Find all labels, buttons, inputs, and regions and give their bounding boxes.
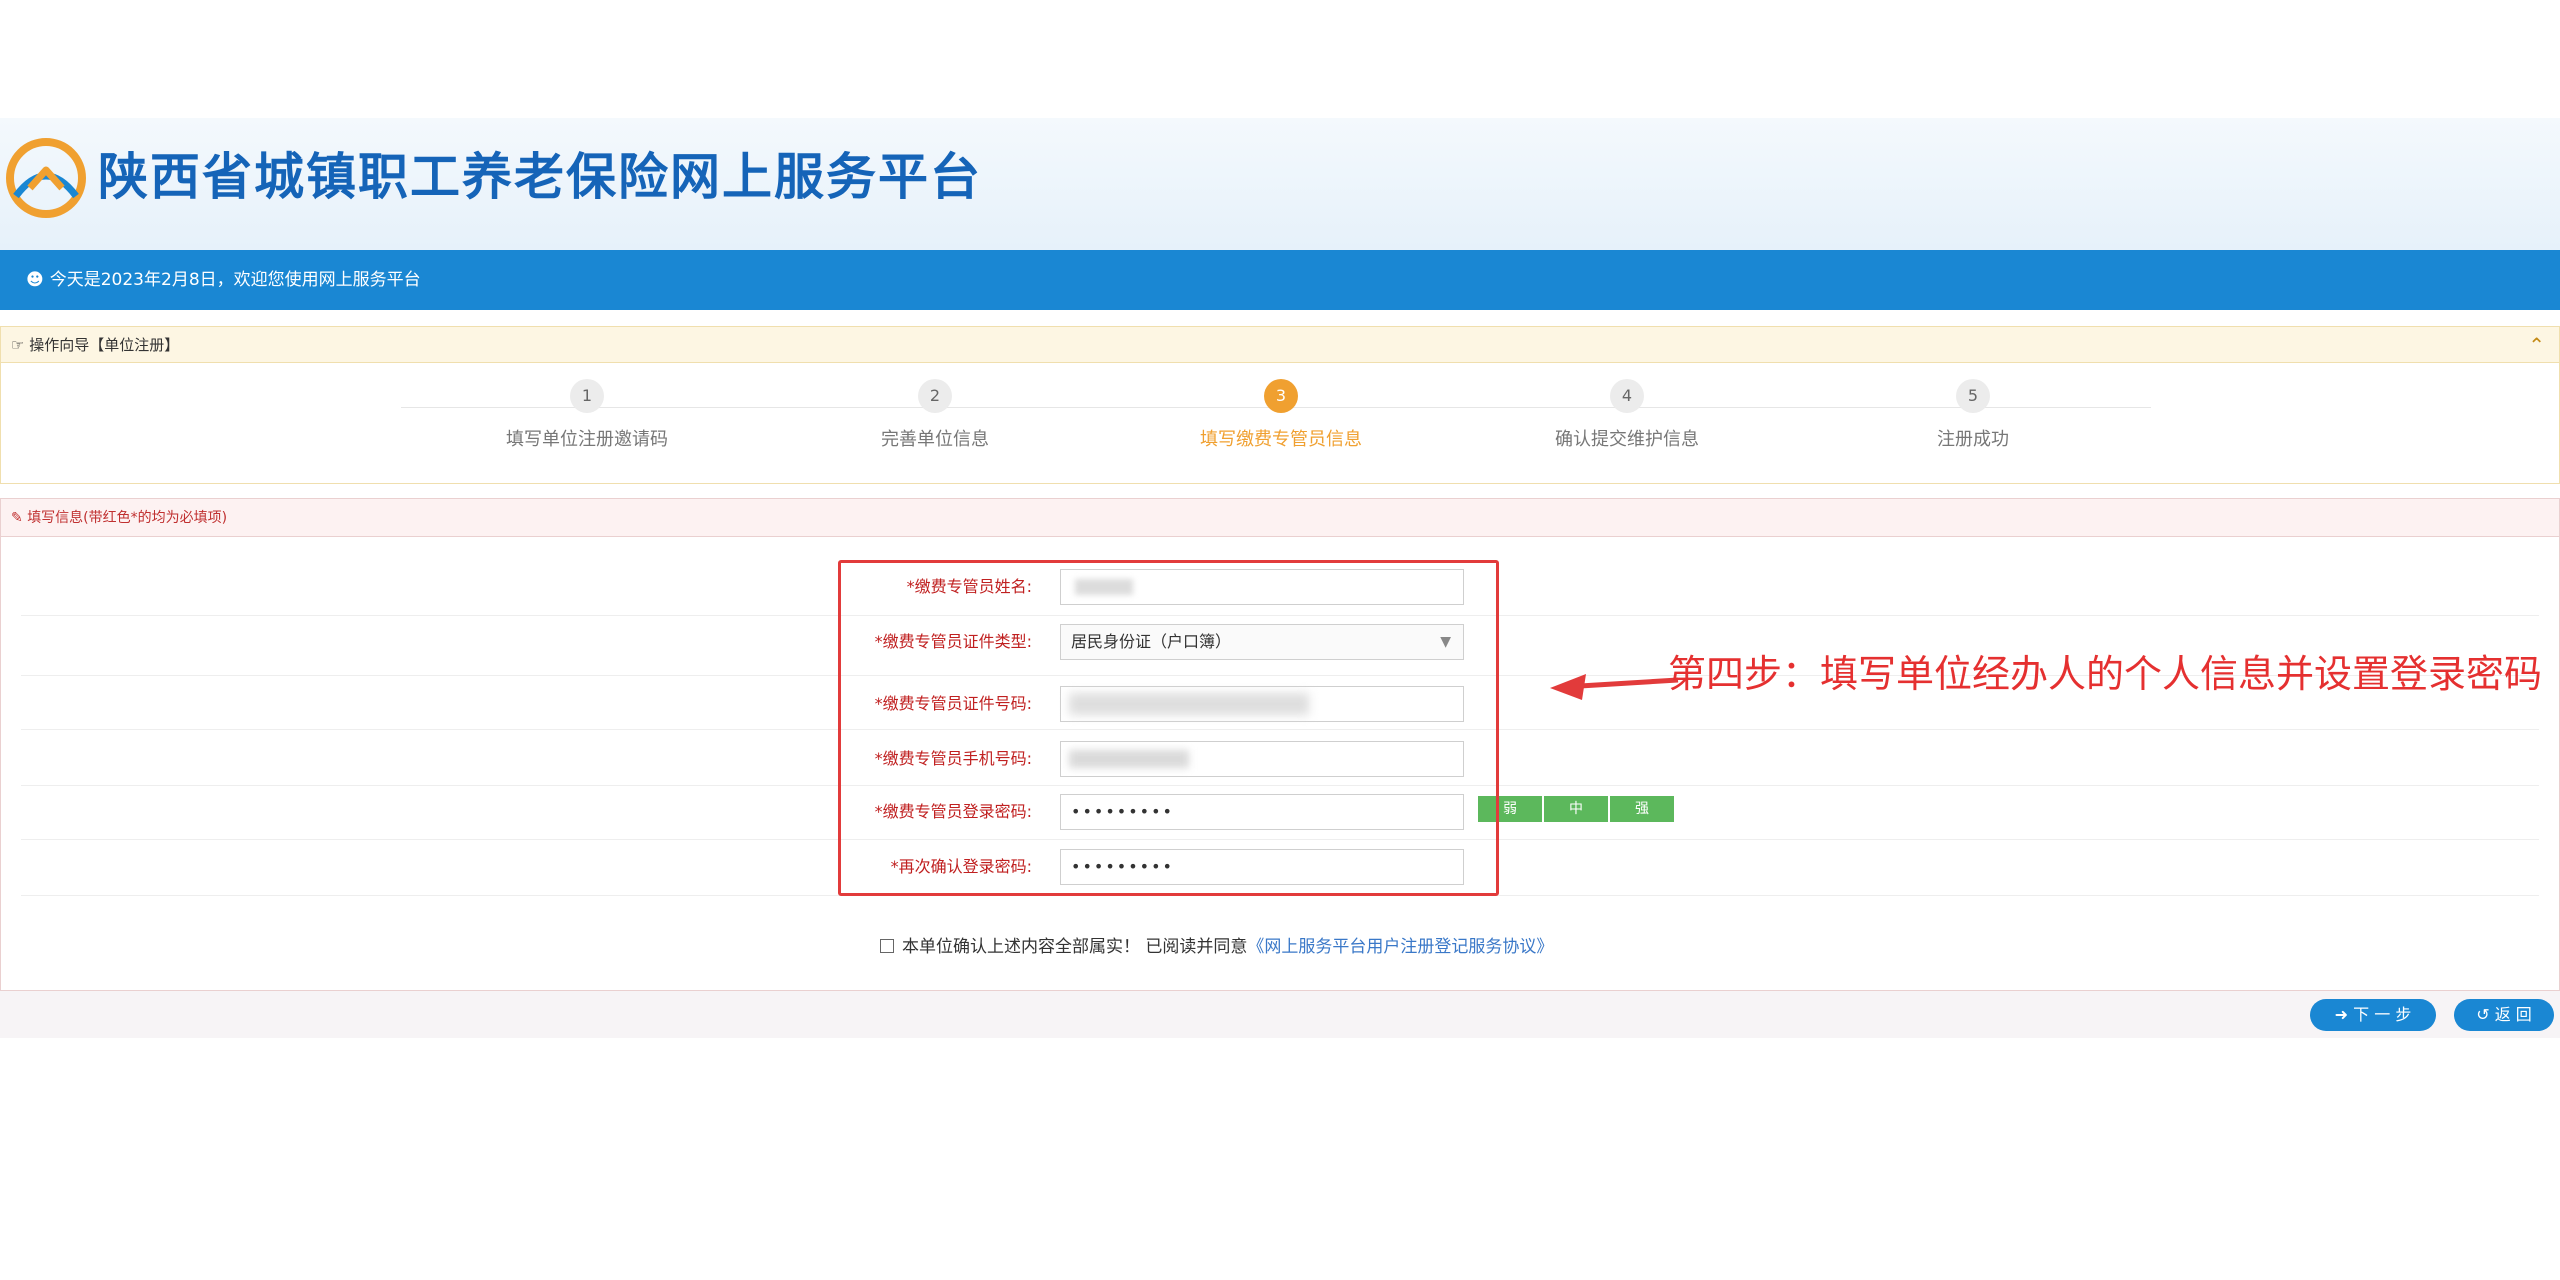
- strength-strong: 强: [1610, 796, 1674, 822]
- step-number: 4: [1610, 379, 1644, 413]
- agreement-row: 本单位确认上述内容全部属实！ 已阅读并同意《网上服务平台用户注册登记服务协议》: [880, 932, 1553, 957]
- guide-header[interactable]: ☞ 操作向导【单位注册】 ⌃: [1, 327, 2559, 363]
- step-label: 填写缴费专管员信息: [1200, 429, 1362, 450]
- site-title: 陕西省城镇职工养老保险网上服务平台: [98, 148, 982, 206]
- step-1: 1 填写单位注册邀请码: [437, 379, 737, 451]
- welcome-text: 今天是2023年2月8日，欢迎您使用网上服务平台: [49, 270, 421, 290]
- form-header: ✎ 填写信息(带红色*的均为必填项): [1, 499, 2559, 537]
- bottom-bar: ➜ 下 一 步 ↺ 返 回: [0, 990, 2560, 1038]
- page: 陕西省城镇职工养老保险网上服务平台 ☻ 今天是2023年2月8日，欢迎您使用网上服…: [0, 0, 2560, 1280]
- agreement-link[interactable]: 《网上服务平台用户注册登记服务协议》: [1247, 937, 1553, 957]
- step-label: 确认提交维护信息: [1555, 429, 1699, 450]
- guide-title: 操作向导【单位注册】: [29, 336, 180, 354]
- password-strength-meter: 弱 中 强: [1478, 796, 1674, 822]
- form-title: 填写信息(带红色*的均为必填项): [27, 510, 228, 526]
- step-2: 2 完善单位信息: [785, 379, 1085, 451]
- agree-text: 本单位确认上述内容全部属实！ 已阅读并同意: [902, 937, 1248, 957]
- next-step-button[interactable]: ➜ 下 一 步: [2310, 999, 2436, 1031]
- step-3: 3 填写缴费专管员信息: [1131, 379, 1431, 451]
- arrow-left-icon: [1550, 674, 1679, 700]
- header: 陕西省城镇职工养老保险网上服务平台: [0, 118, 2560, 250]
- user-icon: ☻: [26, 270, 44, 290]
- step-number: 3: [1264, 379, 1298, 413]
- guide-panel: ☞ 操作向导【单位注册】 ⌃ 1 填写单位注册邀请码 2 完善单位信息 3 填写…: [0, 326, 2560, 484]
- step-label: 填写单位注册邀请码: [506, 429, 668, 450]
- edit-icon: ✎: [11, 510, 28, 526]
- highlight-box: [838, 560, 1499, 896]
- step-label: 注册成功: [1937, 429, 2009, 450]
- chevron-up-icon[interactable]: ⌃: [2528, 327, 2545, 363]
- logo-icon: [6, 138, 86, 218]
- back-button[interactable]: ↺ 返 回: [2454, 999, 2554, 1031]
- step-4: 4 确认提交维护信息: [1477, 379, 1777, 451]
- strength-medium: 中: [1544, 796, 1608, 822]
- hand-icon: ☞: [11, 336, 30, 354]
- annotation-text: 第四步：填写单位经办人的个人信息并设置登录密码: [1668, 652, 2543, 696]
- step-progress: 1 填写单位注册邀请码 2 完善单位信息 3 填写缴费专管员信息 4 确认提交维…: [1, 363, 2559, 483]
- step-number: 1: [570, 379, 604, 413]
- step-label: 完善单位信息: [881, 429, 989, 450]
- welcome-bar: ☻ 今天是2023年2月8日，欢迎您使用网上服务平台: [0, 250, 2560, 310]
- step-5: 5 注册成功: [1823, 379, 2123, 451]
- step-number: 5: [1956, 379, 1990, 413]
- agree-checkbox[interactable]: [880, 939, 894, 953]
- step-number: 2: [918, 379, 952, 413]
